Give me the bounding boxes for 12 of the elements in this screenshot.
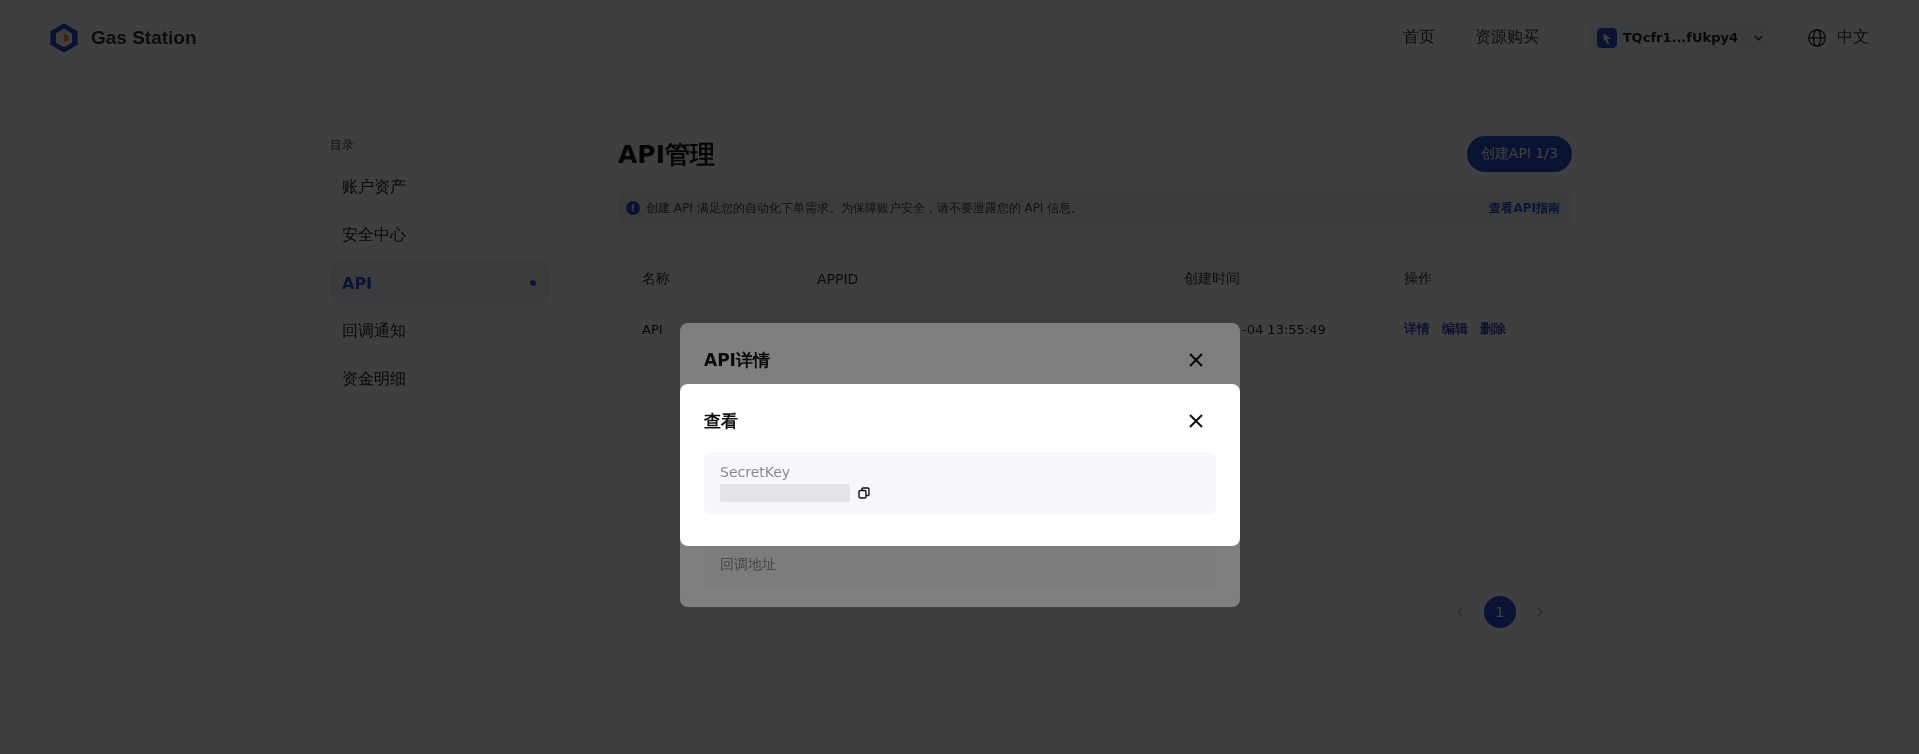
logo-icon: [49, 21, 79, 54]
info-icon: [626, 201, 640, 215]
dialog-title: 查看: [704, 409, 738, 433]
wallet-icon: [1596, 27, 1617, 48]
field-label: SecretKey: [720, 464, 792, 480]
globe-icon: [1807, 27, 1827, 48]
dialog-title: API详情: [704, 348, 770, 372]
page-title: API管理: [618, 138, 715, 171]
close-icon: [1188, 352, 1204, 368]
active-dot-icon: [530, 280, 536, 286]
caret-icon: [1754, 34, 1763, 41]
close-icon: [1188, 413, 1204, 429]
